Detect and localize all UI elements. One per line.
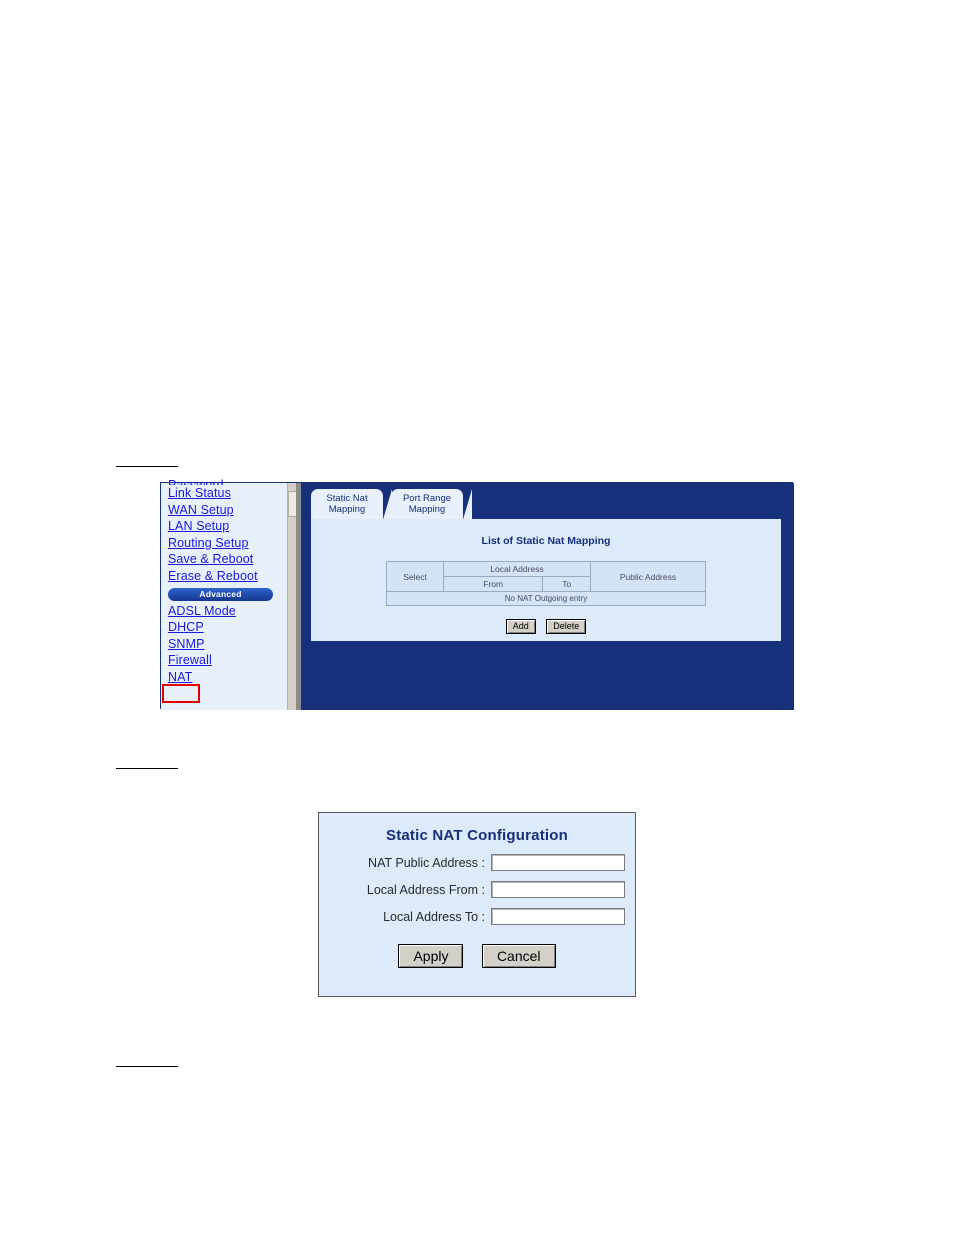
label-local-address-from: Local Address From :	[366, 882, 485, 897]
local-address-to-input[interactable]	[491, 908, 625, 925]
static-nat-configuration-dialog: Static NAT Configuration NAT Public Addr…	[318, 812, 636, 997]
tab-static-nat-mapping-line2: Mapping	[328, 504, 366, 515]
table-header-row-1: Select Local Address Public Address	[386, 561, 706, 592]
panel-title: List of Static Nat Mapping	[481, 535, 611, 547]
delete-button[interactable]: Delete	[546, 619, 587, 634]
nat-highlight-box	[162, 684, 200, 703]
add-button[interactable]: Add	[505, 619, 536, 634]
tab-port-range-mapping-line2: Mapping	[408, 504, 446, 515]
sidebar-item-save-reboot[interactable]: Save & Reboot	[168, 551, 286, 568]
form-row-nat-public-address: NAT Public Address :	[319, 854, 635, 871]
sidebar-item-routing-setup[interactable]: Routing Setup	[168, 535, 286, 552]
tab-static-nat-mapping-line1: Static Nat	[326, 493, 368, 504]
sidebar-item-erase-reboot[interactable]: Erase & Reboot	[168, 568, 286, 585]
static-nat-panel: List of Static Nat Mapping Select Local …	[311, 519, 781, 641]
sidebar-item-adsl-mode[interactable]: ADSL Mode	[168, 603, 286, 620]
sidebar-item-snmp[interactable]: SNMP	[168, 636, 286, 653]
sidebar-item-lan-setup[interactable]: LAN Setup	[168, 518, 286, 535]
form-row-local-address-to: Local Address To :	[319, 908, 635, 925]
sidebar-item-nat[interactable]: NAT	[168, 669, 286, 686]
tab-static-nat-mapping[interactable]: Static Nat Mapping	[311, 489, 392, 523]
nav-link-list: Password Link Status WAN Setup LAN Setup…	[168, 477, 286, 686]
local-address-from-input[interactable]	[491, 881, 625, 898]
sidebar-item-link-status[interactable]: Link Status	[168, 485, 286, 502]
router-web-ui-screenshot: Password Link Status WAN Setup LAN Setup…	[160, 478, 794, 710]
label-local-address-to: Local Address To :	[383, 909, 485, 924]
column-header-public-address: Public Address	[590, 561, 706, 592]
table-empty-message: No NAT Outgoing entry	[386, 591, 706, 606]
cancel-button[interactable]: Cancel	[481, 944, 556, 968]
apply-button[interactable]: Apply	[398, 944, 464, 968]
form-row-local-address-from: Local Address From :	[319, 881, 635, 898]
rule-mark-top	[116, 466, 178, 467]
sidebar-item-password[interactable]: Password	[168, 477, 286, 485]
sidebar-item-firewall[interactable]: Firewall	[168, 652, 286, 669]
dialog-title: Static NAT Configuration	[385, 827, 568, 844]
column-header-local-from: From	[442, 576, 544, 592]
rule-mark-bottom	[116, 1066, 178, 1067]
nat-public-address-input[interactable]	[491, 854, 625, 871]
content-area: Static Nat Mapping Port Range Mapping Li…	[301, 483, 794, 710]
sidebar-item-wan-setup[interactable]: WAN Setup	[168, 502, 286, 519]
label-nat-public-address: NAT Public Address :	[368, 855, 485, 870]
tab-port-range-mapping-line1: Port Range	[402, 493, 452, 504]
sidebar-item-dhcp[interactable]: DHCP	[168, 619, 286, 636]
nav-scrollbar[interactable]	[287, 483, 297, 710]
table-action-buttons: Add Delete	[311, 616, 781, 634]
sidebar-section-advanced: Advanced	[168, 587, 273, 601]
column-header-select: Select	[386, 561, 444, 592]
column-header-local-to: To	[542, 576, 591, 592]
navigation-panel: Password Link Status WAN Setup LAN Setup…	[161, 478, 287, 710]
table-empty-row: No NAT Outgoing entry	[386, 591, 706, 606]
rule-mark-middle	[116, 768, 178, 769]
static-nat-table: Select Local Address Public Address From…	[386, 561, 706, 606]
dialog-buttons: Apply Cancel	[319, 944, 635, 968]
column-header-local-address: Local Address	[443, 561, 591, 577]
tab-port-range-mapping[interactable]: Port Range Mapping	[391, 489, 472, 523]
